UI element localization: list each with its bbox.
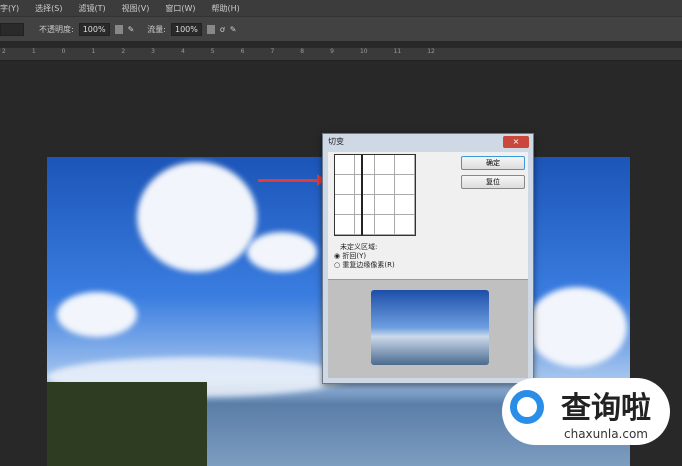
reset-button[interactable]: 复位 (461, 175, 525, 189)
radio-label: 重复边缘像素(R) (342, 261, 395, 269)
ruler-tick: 5 (210, 48, 215, 55)
airbrush-icon[interactable]: ơ (220, 25, 225, 34)
close-button[interactable]: × (503, 136, 529, 148)
watermark-name: 查询啦 (561, 390, 651, 426)
dialog-title: 切变 (328, 137, 344, 146)
watermark-logo: 查询啦 chaxunla.com (502, 378, 670, 445)
menu-view[interactable]: 视图(V) (122, 3, 150, 14)
options-bar: 不透明度: 100% ✎ 流量: 100% ơ ✎ (0, 16, 682, 41)
opacity-label: 不透明度: (39, 24, 74, 34)
ruler-tick: 1 (91, 48, 96, 55)
opacity-dropdown[interactable] (114, 24, 123, 34)
ruler-tick: 9 (330, 48, 334, 55)
radio-label: 折回(Y) (342, 252, 367, 260)
menu-help[interactable]: 帮助(H) (211, 3, 239, 14)
shear-line-handle[interactable] (361, 155, 363, 235)
menu-window[interactable]: 窗口(W) (165, 3, 195, 14)
pressure-opacity-icon[interactable]: ✎ (128, 25, 135, 34)
red-arrow (258, 174, 326, 186)
ruler-tick: 4 (180, 48, 185, 55)
ruler-tick: 10 (359, 48, 368, 55)
ruler-tick: 12 (427, 48, 435, 55)
ruler-tick: 2 (121, 48, 126, 55)
ruler-tick: 7 (270, 48, 275, 55)
menu-filter[interactable]: 滤镜(T) (78, 3, 105, 14)
menu-bar: 字(Y) 选择(S) 滤镜(T) 视图(V) 窗口(W) 帮助(H) (0, 0, 682, 16)
flow-input[interactable]: 100% (170, 22, 202, 36)
brush-preset-dropdown[interactable] (0, 22, 24, 36)
preview-thumbnail (371, 290, 489, 365)
menu-type[interactable]: 字(Y) (0, 3, 19, 14)
flow-dropdown[interactable] (206, 24, 215, 34)
ruler-tick: 1 (31, 48, 36, 55)
watermark-url: chaxunla.com (564, 426, 648, 441)
pressure-size-icon[interactable]: ✎ (230, 25, 237, 34)
search-q-icon (510, 390, 544, 424)
opacity-input[interactable]: 100% (78, 22, 110, 36)
ruler-tick: 6 (240, 48, 245, 55)
menu-select[interactable]: 选择(S) (35, 3, 62, 14)
flow-label: 流量: (147, 24, 166, 34)
ruler-tick: 2 (2, 48, 6, 55)
shear-dialog: 切变 × 确定 复位 未定义区域: ◉ 折回(Y) ○ 重复边缘像素(R) (322, 133, 534, 384)
ruler-tick: 0 (61, 48, 66, 55)
repeat-edge-pixels-radio[interactable]: ○ 重复边缘像素(R) (334, 260, 395, 270)
ok-button[interactable]: 确定 (461, 156, 525, 170)
horizontal-ruler: 2 1 0 1 2 3 4 5 6 7 8 9 10 11 12 (0, 48, 682, 61)
ruler-tick: 8 (300, 48, 305, 55)
ruler-tick: 3 (151, 48, 155, 55)
ruler-tick: 11 (393, 48, 402, 55)
shear-curve-grid[interactable] (334, 154, 416, 236)
preview-area (328, 279, 528, 378)
